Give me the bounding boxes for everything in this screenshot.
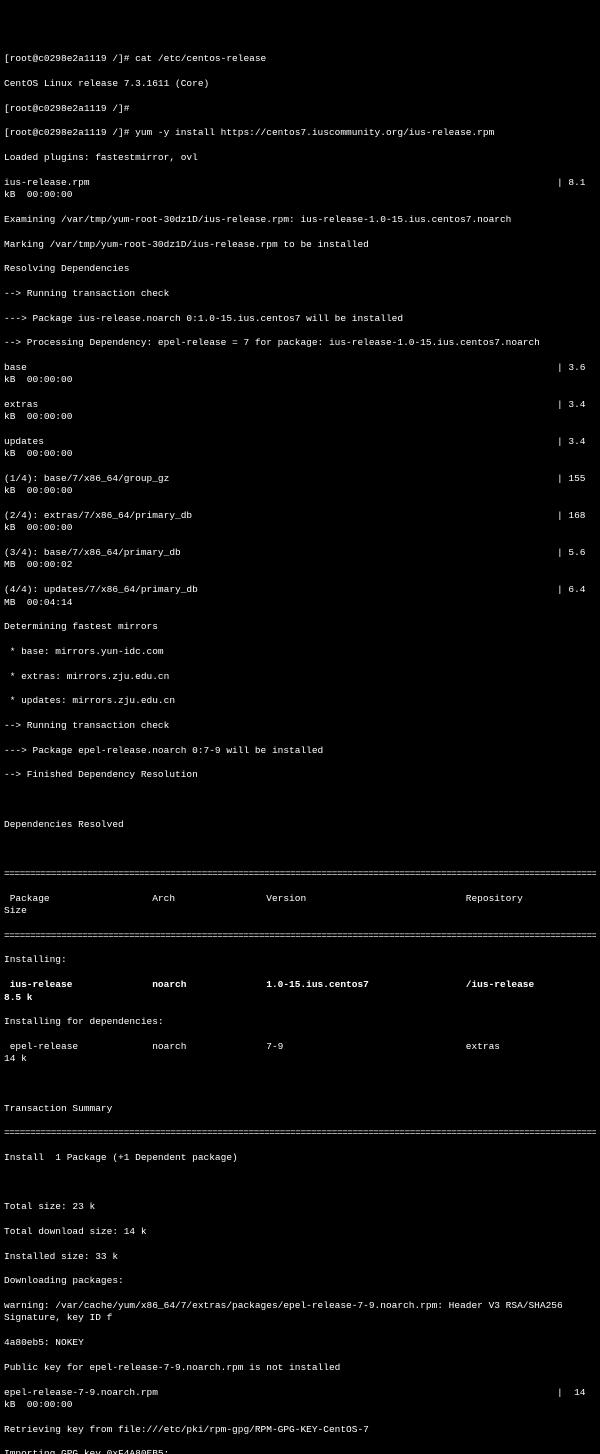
- package-row: ius-release noarch 1.0-15.ius.centos7 /i…: [4, 979, 596, 1004]
- terminal-line: --> Running transaction check: [4, 288, 596, 300]
- terminal-line: Dependencies Resolved: [4, 819, 596, 831]
- terminal-line: [root@c0298e2a1119 /]#: [4, 103, 596, 115]
- terminal-line: Marking /var/tmp/yum-root-30dz1D/ius-rel…: [4, 239, 596, 251]
- terminal-line: Total download size: 14 k: [4, 1226, 596, 1238]
- divider: ========================================…: [4, 1127, 596, 1139]
- terminal-line: --> Processing Dependency: epel-release …: [4, 337, 596, 349]
- terminal-line: (2/4): extras/7/x86_64/primary_db | 168 …: [4, 510, 596, 535]
- terminal-line: * base: mirrors.yun-idc.com: [4, 646, 596, 658]
- terminal-line: --> Running transaction check: [4, 720, 596, 732]
- terminal-line: Public key for epel-release-7-9.noarch.r…: [4, 1362, 596, 1374]
- terminal-line: Downloading packages:: [4, 1275, 596, 1287]
- terminal-line: (1/4): base/7/x86_64/group_gz | 155 kB 0…: [4, 473, 596, 498]
- terminal-line: ius-release.rpm | 8.1 kB 00:00:00: [4, 177, 596, 202]
- terminal-line: updates | 3.4 kB 00:00:00: [4, 436, 596, 461]
- terminal-line: * updates: mirrors.zju.edu.cn: [4, 695, 596, 707]
- terminal-line: --> Finished Dependency Resolution: [4, 769, 596, 781]
- terminal-line: base | 3.6 kB 00:00:00: [4, 362, 596, 387]
- terminal-line: Determining fastest mirrors: [4, 621, 596, 633]
- terminal-line: ---> Package ius-release.noarch 0:1.0-15…: [4, 313, 596, 325]
- terminal-line: (4/4): updates/7/x86_64/primary_db | 6.4…: [4, 584, 596, 609]
- terminal-line: Install 1 Package (+1 Dependent package): [4, 1152, 596, 1164]
- terminal-line: Installed size: 33 k: [4, 1251, 596, 1263]
- package-row: epel-release noarch 7-9 extras 14 k: [4, 1041, 596, 1066]
- terminal-line: [4, 843, 596, 855]
- terminal-line: Importing GPG key 0xF4A80EB5:: [4, 1448, 596, 1454]
- terminal-line: Transaction Summary: [4, 1103, 596, 1115]
- terminal-line: Loaded plugins: fastestmirror, ovl: [4, 152, 596, 164]
- terminal-line: Resolving Dependencies: [4, 263, 596, 275]
- divider: ========================================…: [4, 930, 596, 942]
- terminal-line: [4, 1078, 596, 1090]
- terminal-line: warning: /var/cache/yum/x86_64/7/extras/…: [4, 1300, 596, 1325]
- terminal-line: extras | 3.4 kB 00:00:00: [4, 399, 596, 424]
- terminal-line: [root@c0298e2a1119 /]# yum -y install ht…: [4, 127, 596, 139]
- terminal-line: Installing:: [4, 954, 596, 966]
- terminal-line: * extras: mirrors.zju.edu.cn: [4, 671, 596, 683]
- terminal-line: epel-release-7-9.noarch.rpm | 14 kB 00:0…: [4, 1387, 596, 1412]
- terminal-line: 4a80eb5: NOKEY: [4, 1337, 596, 1349]
- terminal-line: [4, 794, 596, 806]
- terminal-line: ---> Package epel-release.noarch 0:7-9 w…: [4, 745, 596, 757]
- terminal-line: CentOS Linux release 7.3.1611 (Core): [4, 78, 596, 90]
- terminal-line: [root@c0298e2a1119 /]# cat /etc/centos-r…: [4, 53, 596, 65]
- terminal-line: Retrieving key from file:///etc/pki/rpm-…: [4, 1424, 596, 1436]
- terminal-line: Installing for dependencies:: [4, 1016, 596, 1028]
- terminal-line: (3/4): base/7/x86_64/primary_db | 5.6 MB…: [4, 547, 596, 572]
- terminal-line: [4, 1177, 596, 1189]
- terminal-line: Total size: 23 k: [4, 1201, 596, 1213]
- table-header: Package Arch Version Repository Size: [4, 893, 596, 918]
- divider: ========================================…: [4, 868, 596, 880]
- terminal-line: Examining /var/tmp/yum-root-30dz1D/ius-r…: [4, 214, 596, 226]
